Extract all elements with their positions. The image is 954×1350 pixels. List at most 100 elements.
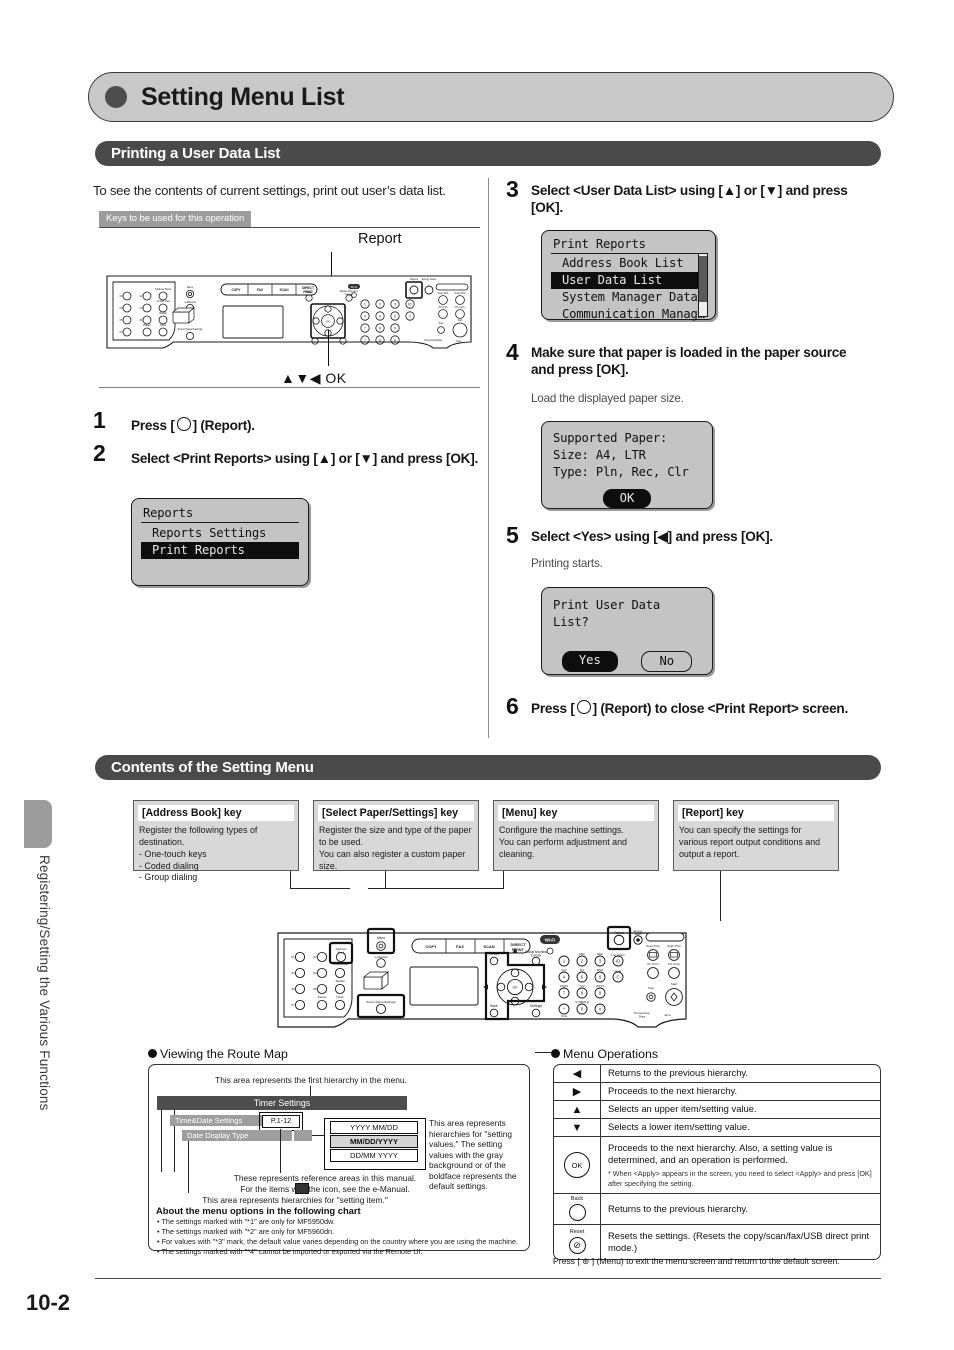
svg-text:DEF: DEF — [597, 952, 603, 956]
svg-text:ABC: ABC — [579, 952, 585, 956]
svg-text:Wi-Fi: Wi-Fi — [351, 285, 358, 289]
svg-text:05: 05 — [291, 987, 295, 991]
lcd-confirm-line1: Print User Data — [553, 598, 661, 612]
lcd-ok-button[interactable]: OK — [602, 489, 652, 508]
route-map-first-hierarchy-bar: Timer Settings — [157, 1096, 407, 1110]
svg-text:1: 1 — [364, 302, 366, 306]
lcd-print-reports-title: Print Reports — [551, 236, 706, 254]
route-map-caption-top: This area represents the first hierarchy… — [215, 1075, 407, 1085]
svg-text:Reset: Reset — [305, 290, 313, 294]
lcd-screen-print-reports: Print Reports Address Book List User Dat… — [541, 230, 716, 321]
up-arrow-glyph: ▲ — [571, 1103, 583, 1116]
lcd-yes-button[interactable]: Yes — [561, 651, 618, 672]
step-3-text: Select <User Data List> using [▲] or [▼]… — [531, 183, 848, 216]
step-5-text: Select <Yes> using [◀] and press [OK]. — [531, 529, 773, 544]
menu-op-desc-4: Proceeds to the next hierarchy. Also, a … — [601, 1137, 880, 1193]
step-1-text-before: Press [ — [131, 418, 175, 433]
reset-key-label: Reset — [569, 1229, 585, 1236]
svg-text:Scan-PC2: Scan-PC2 — [455, 292, 467, 295]
svg-text:02: 02 — [313, 955, 317, 959]
step-3-number: 3 — [506, 176, 519, 202]
svg-text:07: 07 — [291, 1003, 295, 1007]
svg-text:WXYZ: WXYZ — [596, 984, 604, 988]
right-arrow-glyph: ▶ — [572, 1086, 582, 1098]
keys-underline-divider — [99, 227, 480, 228]
step-1-number: 1 — [93, 407, 106, 433]
table-row: ◀ Returns to the previous hierarchy. — [554, 1065, 880, 1083]
route-map-setting-item-2-ref — [294, 1130, 312, 1141]
callout-report-key: [Report] key You can specify the setting… — [673, 800, 839, 871]
route-map-about-item-2: • For values with "*3" mark, the default… — [157, 1237, 519, 1246]
callout-menu-body: Configure the machine settings. You can … — [499, 825, 627, 859]
svg-text:Settings: Settings — [530, 1004, 543, 1008]
svg-text:4: 4 — [364, 314, 366, 318]
callout-menu-connector — [368, 888, 504, 890]
lcd-confirm-line2: List? — [553, 615, 589, 629]
callout-menu-key: [Menu] key Configure the machine setting… — [493, 800, 659, 871]
lcd-print-reports-item-0: Address Book List — [562, 256, 684, 270]
lcd-scrollbar[interactable] — [698, 253, 708, 317]
svg-text:03: 03 — [291, 971, 295, 975]
route-map-branch-v3 — [188, 1141, 190, 1193]
report-key-circle-icon — [176, 417, 191, 431]
back-key-icon: Back — [554, 1194, 601, 1224]
section-heading-printing: Printing a User Data List — [95, 141, 881, 166]
svg-text:Redial: Redial — [159, 311, 167, 315]
svg-text:OK: OK — [513, 986, 519, 990]
menu-operations-connector — [535, 1052, 551, 1054]
step-6-number: 6 — [506, 693, 519, 719]
emanual-icon — [295, 1183, 309, 1194]
menu-op-desc-2: Selects an upper item/setting value. — [608, 1103, 757, 1115]
lcd-screen-confirm-print: Print User Data List? Yes No — [541, 587, 713, 675]
route-map-about-item-1: • The settings marked with "*2" are only… — [157, 1227, 335, 1236]
svg-text:Select Paper/Settings: Select Paper/Settings — [366, 1000, 396, 1004]
callout-address-book-key: [Address Book] key Register the followin… — [133, 800, 299, 882]
step-5-subtext: Printing starts. — [531, 557, 603, 570]
callout-menu-title: [Menu] key — [498, 805, 654, 821]
table-row: Back Returns to the previous hierarchy. — [554, 1194, 880, 1225]
side-chapter-label: Registering/Setting the Various Function… — [37, 855, 52, 1111]
step-4-subtext: Load the displayed paper size. — [531, 392, 684, 405]
menu-op-desc-1: Proceeds to the next hierarchy. — [608, 1085, 738, 1097]
step-2-text: Select <Print Reports> using [▲] or [▼] … — [131, 451, 479, 466]
svg-text:COPY: COPY — [231, 288, 241, 292]
route-map-value-0: YYYY MM/DD — [330, 1121, 418, 1134]
step-6-text: Press [] (Report) to close <Print Report… — [531, 700, 861, 717]
svg-text:PC Print: PC Print — [439, 306, 448, 309]
svg-text:Start: Start — [671, 982, 678, 986]
lcd-reports-title: Reports — [141, 505, 299, 523]
lcd-print-reports-item-3: Communication Manag… — [562, 307, 705, 321]
route-map-about-title: About the menu options in the following … — [156, 1205, 361, 1216]
down-arrow-glyph: ▼ — [571, 1121, 583, 1134]
ok-leader-line — [328, 330, 330, 366]
step-4-number: 4 — [506, 339, 519, 365]
svg-text:e-Manual: e-Manual — [375, 955, 388, 959]
svg-text:PC Print: PC Print — [647, 962, 658, 966]
lcd-scrollbar-thumb[interactable] — [699, 256, 707, 302]
callout-report-stem — [720, 871, 722, 921]
menu-op-desc-3: Selects a lower item/setting value. — [608, 1121, 750, 1133]
svg-text:Log In/Out: Log In/Out — [611, 953, 624, 957]
menu-op-desc-6: Resets the settings. (Resets the copy/sc… — [608, 1229, 870, 1253]
callout-address-book-connector — [290, 888, 350, 890]
svg-text:COPY: COPY — [425, 944, 437, 949]
keys-used-label: Keys to be used for this operation — [99, 211, 252, 227]
svg-text:Reset: Reset — [490, 952, 499, 956]
route-map-heading: Viewing the Route Map — [148, 1047, 288, 1061]
page-number: 10-2 — [26, 1290, 71, 1315]
callout-report-title: [Report] key — [678, 805, 834, 821]
svg-text:FAX: FAX — [456, 944, 464, 949]
svg-text:Processing/Data: Processing/Data — [424, 339, 442, 342]
report-callout-label: Report — [358, 231, 402, 247]
reset-key-icon: Reset ⊘ — [554, 1225, 601, 1259]
callout-select-paper-title: [Select Paper/Settings] key — [318, 805, 474, 821]
svg-text:Hook: Hook — [336, 995, 344, 999]
svg-text:MNO: MNO — [597, 968, 604, 972]
menu-operations-heading-label: Menu Operations — [563, 1047, 659, 1061]
lcd-no-button[interactable]: No — [641, 651, 693, 672]
step-5-number: 5 — [506, 522, 519, 548]
svg-text:Menu: Menu — [187, 285, 194, 289]
lcd-supported-paper-line3: Type: Pln, Rec, Clr — [553, 465, 689, 479]
menu-operations-table: ◀ Returns to the previous hierarchy. ▶ P… — [553, 1064, 881, 1260]
table-row: ▼ Selects a lower item/setting value. — [554, 1119, 880, 1137]
